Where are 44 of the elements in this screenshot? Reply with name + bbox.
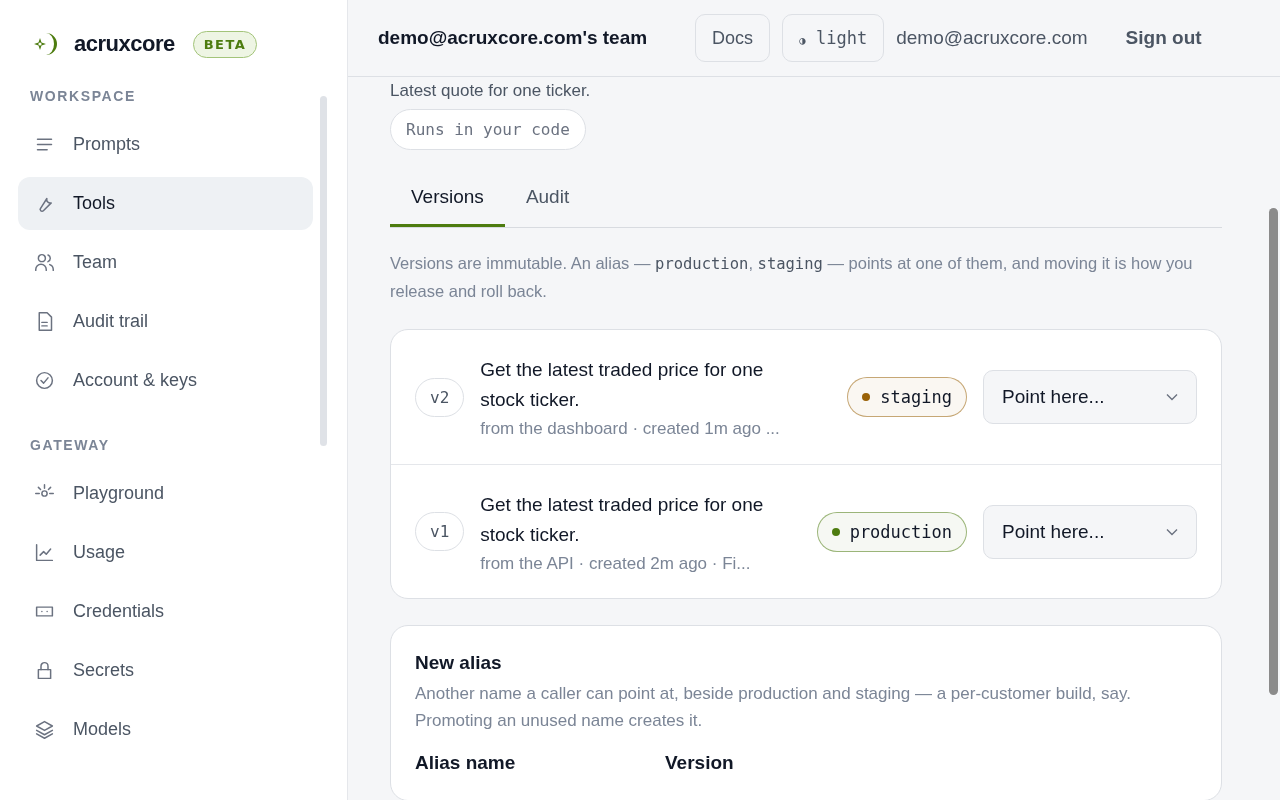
sidebar-item[interactable]: Team xyxy=(18,236,313,289)
nav-icon xyxy=(34,370,55,391)
section-heading: GATEWAY xyxy=(29,437,111,453)
sidebar-item[interactable]: Prompts xyxy=(18,118,313,171)
tab[interactable]: Audit xyxy=(504,172,591,227)
beta-badge: BETA xyxy=(192,30,258,58)
version-meta: from the dashboard · created 1m ago ... xyxy=(480,419,781,439)
user-email: demo@acruxcore.com xyxy=(896,27,1088,49)
chevron-icon xyxy=(1166,393,1178,401)
field-label: Version xyxy=(665,752,735,774)
alias-name: staging xyxy=(880,387,952,407)
nav-icon xyxy=(34,719,55,740)
runtime-tag: Runs in your code xyxy=(390,109,586,150)
card-title: New alias xyxy=(415,652,503,674)
version-meta: from the API · created 2m ago · Fi... xyxy=(480,553,752,574)
nav-icon xyxy=(34,252,55,273)
section-heading: WORKSPACE xyxy=(29,88,137,104)
scrollbar[interactable] xyxy=(320,96,327,446)
docs-button[interactable]: Docs xyxy=(695,14,771,62)
sidebar-item[interactable]: Tools xyxy=(18,177,313,230)
chevron-icon xyxy=(1166,527,1178,536)
team-name: demo@acruxcore.com's team xyxy=(378,27,648,49)
sign-out-link[interactable]: Sign out xyxy=(1119,26,1208,50)
scrollbar[interactable] xyxy=(1269,208,1278,695)
sidebar-item[interactable]: Secrets xyxy=(18,644,313,697)
sidebar-item[interactable]: Playground xyxy=(18,467,313,520)
versions-description: Versions are immutable. An alias — production, staging — points at one of them, and moving it is how you release and roll back. xyxy=(390,253,1194,302)
card-description: Another name a caller can point at, beside production and staging — a per-customer build, say. Promoting an unused name creates it. xyxy=(415,683,1132,732)
field-label: Alias name xyxy=(415,752,517,774)
alias-select[interactable]: Point here... xyxy=(983,370,1197,424)
version-title: Get the latest traded price for one stock ticker. xyxy=(480,358,765,412)
tab[interactable]: Versions xyxy=(390,172,505,227)
sidebar-item[interactable]: Audit trail xyxy=(18,295,313,348)
sidebar-item[interactable]: Account & keys xyxy=(18,354,313,407)
brand-name: acruxcore xyxy=(74,31,175,57)
sidebar-item[interactable]: Usage xyxy=(18,526,313,579)
theme-toggle[interactable]: ◑ light xyxy=(782,14,885,62)
alias-name: production xyxy=(849,521,952,542)
nav-icon xyxy=(34,542,55,563)
tool-description: Latest quote for one ticker. xyxy=(390,81,592,101)
sidebar-item[interactable]: Credentials xyxy=(18,585,313,638)
sidebar-item[interactable]: Models xyxy=(18,703,313,756)
alias-select[interactable]: Point here... xyxy=(983,504,1197,559)
version-title: Get the latest traded price for one stock ticker. xyxy=(480,492,765,547)
